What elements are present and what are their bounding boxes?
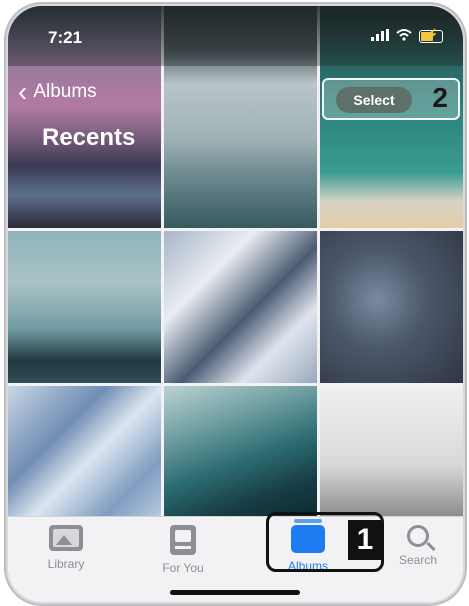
chevron-left-icon: ‹ bbox=[18, 76, 28, 107]
page-title: Recents bbox=[42, 124, 136, 151]
photo-library-icon bbox=[49, 525, 83, 551]
tab-for-you[interactable]: For You bbox=[143, 525, 223, 575]
tab-search[interactable]: Search bbox=[378, 525, 458, 567]
step-callout-1: 1 bbox=[348, 520, 382, 560]
select-button[interactable]: Select bbox=[336, 87, 412, 113]
photo-thumbnail[interactable] bbox=[320, 386, 463, 516]
tab-label: Library bbox=[47, 557, 85, 571]
photo-thumbnail[interactable] bbox=[8, 386, 161, 516]
photo-thumbnail[interactable] bbox=[164, 386, 317, 516]
status-bar: 7:21 ⚡ bbox=[8, 6, 463, 66]
photo-thumbnail[interactable] bbox=[8, 231, 161, 383]
photo-thumbnail[interactable] bbox=[320, 231, 463, 383]
magnifier-icon bbox=[407, 525, 429, 547]
tab-label: For You bbox=[162, 561, 204, 575]
home-indicator bbox=[170, 590, 300, 595]
step-callout-2: 2 bbox=[432, 82, 448, 113]
for-you-icon bbox=[170, 525, 196, 555]
status-icons: ⚡ bbox=[371, 28, 443, 45]
status-time: 7:21 bbox=[48, 28, 83, 47]
select-highlight: Select 2 bbox=[322, 78, 460, 120]
photo-thumbnail[interactable] bbox=[164, 231, 317, 383]
back-button[interactable]: ‹ Albums bbox=[18, 76, 97, 107]
tab-label: Search bbox=[398, 553, 438, 567]
signal-bars-icon bbox=[371, 28, 389, 45]
battery-charging-icon: ⚡ bbox=[419, 29, 443, 43]
phone-screen: 7:21 ⚡ ‹ Albums Recents Select 2 Library… bbox=[8, 6, 463, 602]
wifi-icon bbox=[396, 28, 412, 45]
back-label: Albums bbox=[33, 81, 97, 102]
tab-library[interactable]: Library bbox=[26, 525, 106, 571]
